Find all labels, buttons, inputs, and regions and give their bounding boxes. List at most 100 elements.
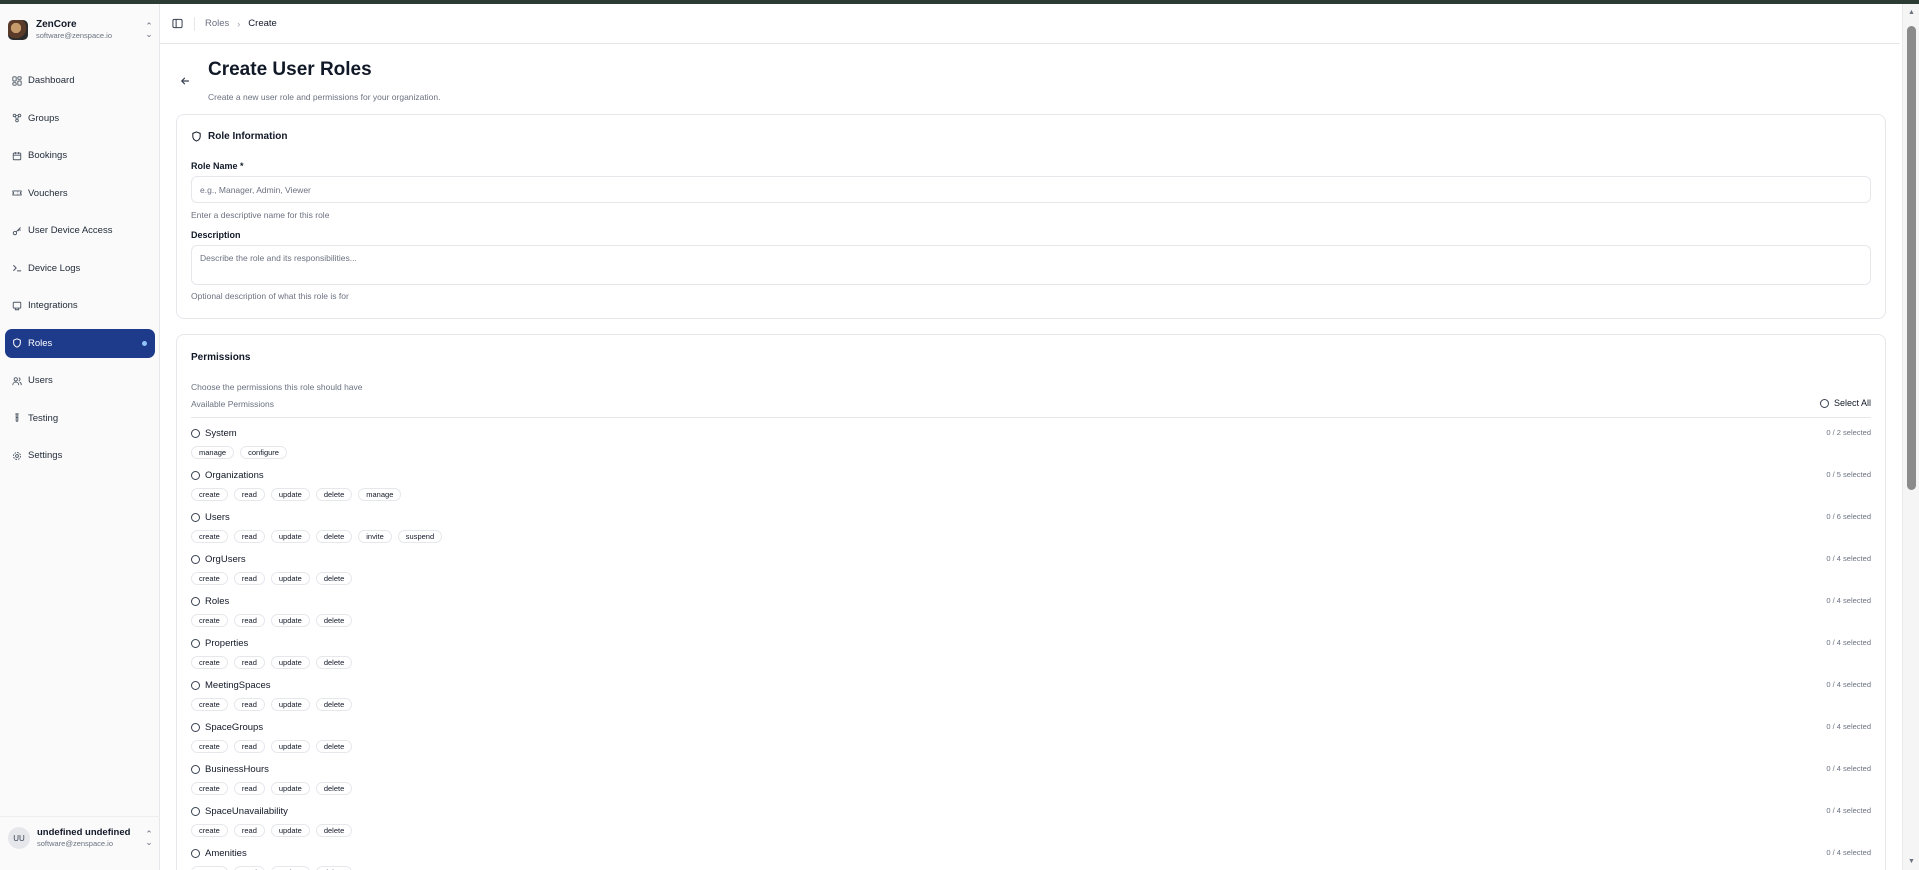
permission-chip-delete[interactable]: delete	[315, 782, 353, 795]
permission-chip-read[interactable]: read	[233, 656, 265, 669]
permission-chip-read[interactable]: read	[233, 572, 265, 585]
org-switcher[interactable]: ZenCore software@zenspace.io ⌃ ⌄	[8, 14, 154, 46]
permission-chip-delete[interactable]: delete	[315, 572, 353, 585]
permission-chip-create[interactable]: create	[191, 824, 228, 837]
permission-chip-read[interactable]: read	[233, 824, 265, 837]
page-scrollbar[interactable]: ▲ ▼	[1902, 4, 1919, 870]
permission-chip-update[interactable]: update	[270, 698, 310, 711]
permission-group-radio[interactable]	[191, 639, 200, 648]
permission-chip-create[interactable]: create	[191, 698, 228, 711]
permission-chip-invite[interactable]: invite	[358, 530, 392, 543]
permission-chip-configure[interactable]: configure	[240, 446, 287, 459]
permission-chip-update[interactable]: update	[270, 824, 310, 837]
permission-chip-create[interactable]: create	[191, 572, 228, 585]
permission-selected-count: 0 / 4 selected	[1826, 596, 1871, 605]
permission-chip-delete[interactable]: delete	[315, 656, 353, 669]
permission-group-toggle[interactable]: SpaceUnavailability	[191, 805, 1871, 818]
user-menu[interactable]: UU undefined undefined software@zenspace…	[8, 820, 154, 856]
select-all-radio[interactable]	[1819, 398, 1829, 408]
role-name-hint: Enter a descriptive name for this role	[191, 210, 330, 220]
permission-chip-delete[interactable]: delete	[315, 488, 353, 501]
permission-chip-create[interactable]: create	[191, 656, 228, 669]
role-name-input[interactable]	[191, 176, 1871, 203]
permission-chip-create[interactable]: create	[191, 614, 228, 627]
header-separator	[194, 16, 195, 31]
permission-chip-read[interactable]: read	[233, 488, 265, 501]
permission-chip-update[interactable]: update	[270, 488, 310, 501]
permission-chip-manage[interactable]: manage	[191, 446, 235, 459]
permission-group-toggle[interactable]: Users	[191, 511, 1871, 524]
user-email: software@zenspace.io	[37, 839, 113, 848]
permission-group-toggle[interactable]: System	[191, 427, 1871, 440]
permission-chip-create[interactable]: create	[191, 488, 228, 501]
ticket-icon	[11, 188, 22, 199]
permission-chip-read[interactable]: read	[233, 740, 265, 753]
permission-group-radio[interactable]	[191, 765, 200, 774]
permission-chip-update[interactable]: update	[270, 740, 310, 753]
permission-chip-delete[interactable]: delete	[315, 824, 353, 837]
sidebar-item-users[interactable]: Users	[5, 366, 155, 395]
permission-chip-update[interactable]: update	[270, 866, 310, 870]
permission-group-toggle[interactable]: Amenities	[191, 847, 1871, 860]
permission-chip-create[interactable]: create	[191, 782, 228, 795]
sidebar-item-integrations[interactable]: Integrations	[5, 291, 155, 320]
sidebar-item-user-device-access[interactable]: User Device Access	[5, 216, 155, 245]
permission-chip-update[interactable]: update	[270, 614, 310, 627]
permission-group-radio[interactable]	[191, 513, 200, 522]
permission-chip-delete[interactable]: delete	[315, 740, 353, 753]
sidebar-item-roles[interactable]: Roles	[5, 328, 155, 358]
sidebar-item-bookings[interactable]: Bookings	[5, 141, 155, 170]
permission-chip-suspend[interactable]: suspend	[397, 530, 443, 543]
permission-chip-read[interactable]: read	[233, 866, 265, 870]
permission-chip-create[interactable]: create	[191, 866, 228, 870]
permission-group-toggle[interactable]: Organizations	[191, 469, 1871, 482]
permission-chip-read[interactable]: read	[233, 614, 265, 627]
permission-chip-delete[interactable]: delete	[315, 698, 353, 711]
permission-group-toggle[interactable]: OrgUsers	[191, 553, 1871, 566]
breadcrumb: Roles › Create	[205, 18, 277, 29]
permission-group-toggle[interactable]: Roles	[191, 595, 1871, 608]
permission-chip-manage[interactable]: manage	[358, 488, 402, 501]
permission-group-radio[interactable]	[191, 555, 200, 564]
sidebar-item-vouchers[interactable]: Vouchers	[5, 179, 155, 208]
sidebar-item-dashboard[interactable]: Dashboard	[5, 66, 155, 95]
scroll-up-icon[interactable]: ▲	[1907, 8, 1916, 17]
permission-group-radio[interactable]	[191, 471, 200, 480]
gear-icon	[11, 450, 22, 461]
permission-group-toggle[interactable]: MeetingSpaces	[191, 679, 1871, 692]
permission-chip-update[interactable]: update	[270, 656, 310, 669]
select-all-toggle[interactable]: Select All	[1819, 398, 1871, 408]
permission-chip-create[interactable]: create	[191, 740, 228, 753]
org-name: ZenCore	[36, 19, 77, 30]
permission-chip-read[interactable]: read	[233, 698, 265, 711]
permission-group-radio[interactable]	[191, 723, 200, 732]
back-arrow-icon[interactable]	[178, 74, 192, 88]
permission-chip-update[interactable]: update	[270, 782, 310, 795]
breadcrumb-roles-link[interactable]: Roles	[205, 18, 229, 29]
permission-chip-read[interactable]: read	[233, 530, 265, 543]
permission-chip-delete[interactable]: delete	[315, 866, 353, 870]
sidebar-item-settings[interactable]: Settings	[5, 441, 155, 470]
permission-group-radio[interactable]	[191, 597, 200, 606]
permission-chip-update[interactable]: update	[270, 572, 310, 585]
permission-group-radio[interactable]	[191, 807, 200, 816]
permission-group-toggle[interactable]: SpaceGroups	[191, 721, 1871, 734]
permission-chip-delete[interactable]: delete	[315, 530, 353, 543]
permission-chip-delete[interactable]: delete	[315, 614, 353, 627]
sidebar-item-testing[interactable]: Testing	[5, 404, 155, 433]
sidebar-item-groups[interactable]: Groups	[5, 104, 155, 133]
description-textarea[interactable]	[191, 245, 1871, 285]
permission-chip-create[interactable]: create	[191, 530, 228, 543]
sidebar-item-label: Vouchers	[28, 187, 68, 199]
sidebar-item-device-logs[interactable]: Device Logs	[5, 254, 155, 283]
permission-chip-read[interactable]: read	[233, 782, 265, 795]
permission-group-radio[interactable]	[191, 681, 200, 690]
permission-chip-update[interactable]: update	[270, 530, 310, 543]
sidebar-toggle-icon[interactable]	[170, 17, 184, 31]
scroll-down-icon[interactable]: ▼	[1907, 857, 1916, 866]
permission-group-toggle[interactable]: Properties	[191, 637, 1871, 650]
scrollbar-thumb[interactable]	[1907, 26, 1916, 490]
permission-group-toggle[interactable]: BusinessHours	[191, 763, 1871, 776]
permission-group-radio[interactable]	[191, 429, 200, 438]
permission-group-radio[interactable]	[191, 849, 200, 858]
